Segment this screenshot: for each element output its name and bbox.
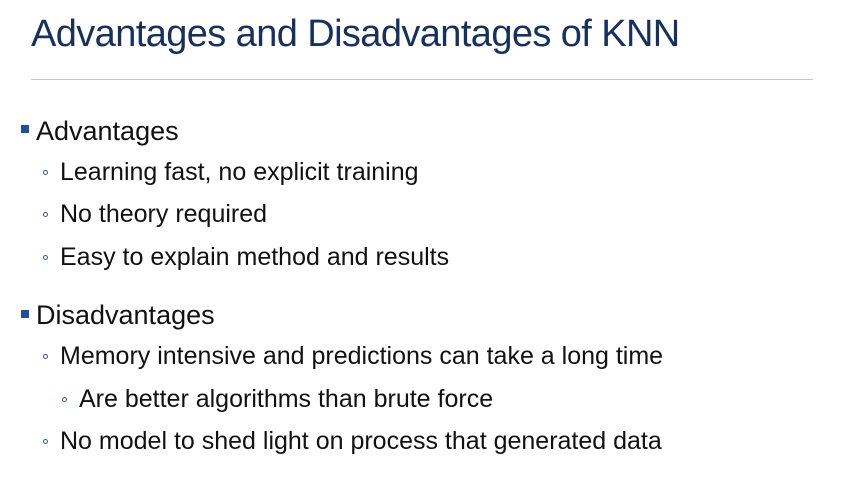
section-heading-disadvantages: Disadvantages: [36, 300, 215, 330]
circle-bullet-icon: [43, 439, 48, 444]
square-bullet-icon: [21, 310, 29, 318]
list-item-text: No model to shed light on process that g…: [60, 427, 662, 455]
list-item-text: Learning fast, no explicit training: [60, 158, 419, 186]
circle-bullet-icon: [43, 354, 48, 359]
circle-bullet-icon: [43, 212, 48, 217]
circle-bullet-icon: [62, 397, 67, 402]
circle-bullet-icon: [43, 255, 48, 260]
list-item-text: Are better algorithms than brute force: [79, 385, 494, 413]
slide: Advantages and Disadvantages of KNN Adva…: [0, 0, 845, 483]
section-heading-advantages: Advantages: [36, 116, 179, 146]
list-item-text: Easy to explain method and results: [60, 243, 450, 271]
list-item-text: Memory intensive and predictions can tak…: [60, 342, 664, 370]
bullet-list: Advantages Learning fast, no explicit tr…: [0, 0, 845, 483]
circle-bullet-icon: [43, 170, 48, 175]
list-item-text: No theory required: [60, 200, 268, 228]
square-bullet-icon: [21, 125, 29, 133]
